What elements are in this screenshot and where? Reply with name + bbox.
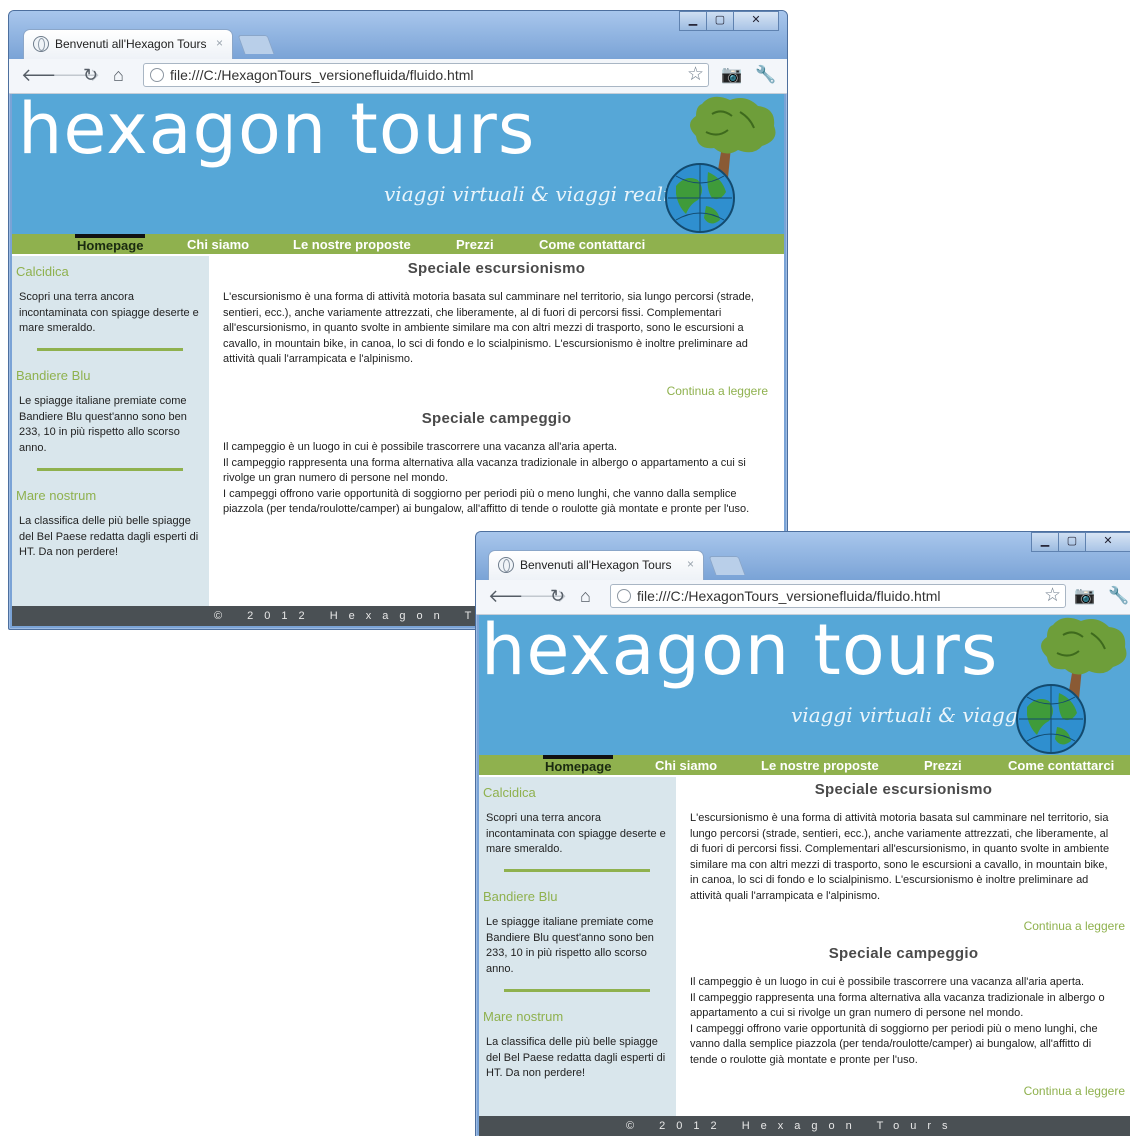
sidebar-divider (37, 468, 183, 471)
tab-close-icon[interactable]: × (687, 557, 694, 571)
window-controls: ▁ ▢ ✕ (679, 11, 779, 31)
site-footer: © 2012 Hexagon Tours (479, 1116, 1130, 1136)
camera-icon[interactable]: 📷 (721, 65, 742, 85)
nav-homepage[interactable]: Homepage (543, 755, 614, 779)
read-more-link[interactable]: Continua a leggere (667, 384, 768, 398)
reload-icon[interactable]: ↻ (550, 586, 565, 606)
sidebar-title[interactable]: Mare nostrum (16, 488, 96, 503)
title-bar: Benvenuti all'Hexagon Tours × ▁ ▢ ✕ (476, 532, 1130, 580)
home-icon[interactable]: ⌂ (580, 586, 591, 606)
sidebar-title[interactable]: Bandiere Blu (483, 889, 557, 904)
read-more-link[interactable]: Continua a leggere (1024, 1084, 1125, 1098)
tab-close-icon[interactable]: × (216, 36, 223, 50)
address-bar[interactable]: file:///C:/HexagonTours_versionefluida/f… (610, 584, 1066, 608)
sidebar: Calcidica Scopri una terra ancora incont… (12, 256, 209, 606)
bookmark-star-icon[interactable]: ☆ (1044, 585, 1061, 607)
nav-chi-siamo[interactable]: Chi siamo (187, 234, 249, 254)
home-icon[interactable]: ⌂ (113, 65, 124, 85)
url-text: file:///C:/HexagonTours_versionefluida/f… (637, 588, 941, 604)
article-line: I campeggi offrono varie opportunità di … (223, 487, 750, 516)
globe-tree-icon (1016, 617, 1127, 754)
nav-homepage[interactable]: Homepage (75, 234, 146, 258)
article-line: Il campeggio rappresenta una forma alter… (223, 456, 746, 485)
sidebar-text: La classifica delle più belle spiagge de… (486, 1036, 666, 1079)
sidebar-title[interactable]: Bandiere Blu (16, 368, 90, 383)
sidebar-text: La classifica delle più belle spiagge de… (19, 515, 199, 558)
minimize-button[interactable]: ▁ (679, 11, 707, 31)
nav-le-nostre-proposte[interactable]: Le nostre proposte (293, 234, 411, 254)
tab-title: Benvenuti all'Hexagon Tours (520, 558, 672, 572)
minimize-button[interactable]: ▁ (1031, 532, 1059, 552)
site-nav: Homepage Chi siamo Le nostre proposte Pr… (12, 234, 784, 254)
sidebar-text: Scopri una terra ancora incontaminata co… (486, 812, 666, 855)
sidebar-title[interactable]: Calcidica (483, 785, 536, 800)
page-globe-icon (617, 589, 631, 603)
browser-tab[interactable]: Benvenuti all'Hexagon Tours × (488, 550, 704, 580)
sidebar-title[interactable]: Mare nostrum (483, 1009, 563, 1024)
sidebar: Calcidica Scopri una terra ancora incont… (479, 777, 676, 1116)
page-globe-icon (150, 68, 164, 82)
sidebar-text: Le spiagge italiane premiate come Bandie… (19, 395, 187, 454)
nav-come-contattarci[interactable]: Come contattarci (1008, 755, 1114, 775)
nav-prezzi[interactable]: Prezzi (924, 755, 962, 775)
site-tagline: viaggi virtuali & viaggi reali (384, 182, 670, 206)
nav-come-contattarci[interactable]: Come contattarci (539, 234, 645, 254)
nav-le-nostre-proposte[interactable]: Le nostre proposte (761, 755, 879, 775)
nav-prezzi[interactable]: Prezzi (456, 234, 494, 254)
sidebar-title[interactable]: Calcidica (16, 264, 69, 279)
close-button[interactable]: ✕ (733, 11, 779, 31)
new-tab-button[interactable] (708, 556, 746, 575)
url-text: file:///C:/HexagonTours_versionefluida/f… (170, 67, 474, 83)
article-title: Speciale escursionismo (407, 260, 586, 277)
article-text: L'escursionismo è una forma di attività … (690, 812, 1110, 902)
browser-toolbar: 🡐 🡒 ↻ ⌂ file:///C:/HexagonTours_versione… (9, 59, 787, 94)
sidebar-divider (37, 348, 183, 351)
article-text: L'escursionismo è una forma di attività … (223, 291, 754, 365)
footer-text: © 2012 Hexagon Tours (626, 1120, 959, 1132)
read-more-link[interactable]: Continua a leggere (1024, 919, 1125, 933)
browser-toolbar: 🡐 🡒 ↻ ⌂ file:///C:/HexagonTours_versione… (476, 580, 1130, 615)
maximize-button[interactable]: ▢ (1058, 532, 1086, 552)
article-title: Speciale campeggio (828, 945, 979, 962)
sidebar-divider (504, 869, 650, 872)
camera-icon[interactable]: 📷 (1074, 586, 1095, 606)
window-controls: ▁ ▢ ✕ (1031, 532, 1130, 552)
title-bar: Benvenuti all'Hexagon Tours × ▁ ▢ ✕ (9, 11, 787, 59)
globe-favicon-icon (498, 557, 514, 573)
article-line: Il campeggio è un luogo in cui è possibi… (223, 441, 618, 453)
article-line: I campeggi offrono varie opportunità di … (690, 1022, 1098, 1066)
globe-tree-icon (665, 96, 776, 233)
wrench-icon[interactable]: 🔧 (1108, 586, 1129, 606)
bookmark-star-icon[interactable]: ☆ (687, 64, 704, 86)
sidebar-text: Scopri una terra ancora incontaminata co… (19, 291, 199, 334)
site-header: hexagon tours viaggi virtuali & viaggi r… (479, 615, 1130, 755)
article-title: Speciale escursionismo (814, 781, 993, 798)
close-button[interactable]: ✕ (1085, 532, 1130, 552)
article-text: Il campeggio è un luogo in cui è possibi… (690, 975, 1119, 1068)
wrench-icon[interactable]: 🔧 (755, 65, 776, 85)
site-header: hexagon tours viaggi virtuali & viaggi r… (12, 94, 784, 234)
site-nav: Homepage Chi siamo Le nostre proposte Pr… (479, 755, 1130, 775)
article-text: Il campeggio è un luogo in cui è possibi… (223, 440, 772, 518)
article-title: Speciale campeggio (421, 410, 572, 427)
maximize-button[interactable]: ▢ (706, 11, 734, 31)
new-tab-button[interactable] (237, 35, 275, 54)
site-logo: hexagon tours (481, 615, 999, 691)
sidebar-text: Le spiagge italiane premiate come Bandie… (486, 916, 654, 975)
sidebar-divider (504, 989, 650, 992)
browser-tab[interactable]: Benvenuti all'Hexagon Tours × (23, 29, 233, 59)
article-line: Il campeggio rappresenta una forma alter… (690, 991, 1105, 1020)
main-content: Speciale escursionismo L'escursionismo è… (676, 777, 1130, 1116)
tab-title: Benvenuti all'Hexagon Tours (55, 37, 207, 51)
reload-icon[interactable]: ↻ (83, 65, 98, 85)
browser-window-front[interactable]: Benvenuti all'Hexagon Tours × ▁ ▢ ✕ 🡐 🡒 … (475, 531, 1130, 1136)
nav-chi-siamo[interactable]: Chi siamo (655, 755, 717, 775)
globe-favicon-icon (33, 36, 49, 52)
address-bar[interactable]: file:///C:/HexagonTours_versionefluida/f… (143, 63, 709, 87)
page-viewport: hexagon tours viaggi virtuali & viaggi r… (479, 615, 1130, 1136)
article-line: Il campeggio è un luogo in cui è possibi… (690, 976, 1085, 988)
site-logo: hexagon tours (18, 94, 536, 170)
